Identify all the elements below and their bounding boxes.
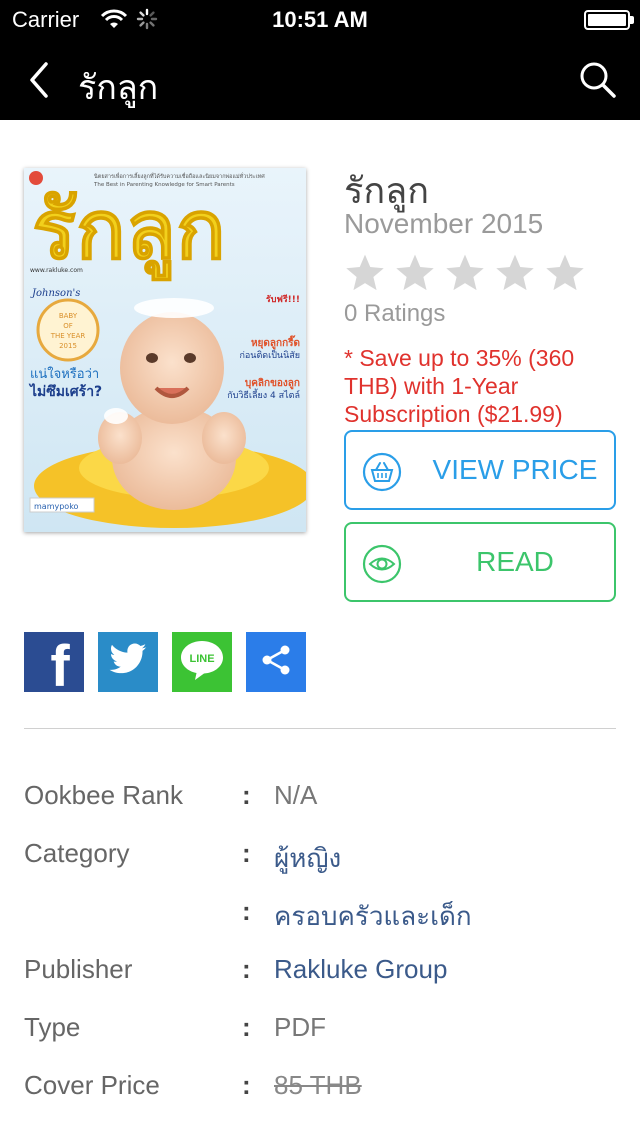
- cover-headline-right-4: บุคลิกของลูก: [245, 377, 300, 390]
- magazine-cover[interactable]: รักลูก นิตยสารเพื่อการเลี้ยงลูกที่ได้รับ…: [24, 168, 306, 532]
- status-bar: Carrier 10:51 AM: [0, 0, 640, 40]
- cover-headline-left-2: ไม่ซึมเศร้า?: [28, 382, 102, 400]
- nav-title: รักลูก: [78, 69, 159, 107]
- nav-bar: รักลูก: [0, 40, 640, 120]
- facebook-share-button[interactable]: f: [24, 630, 84, 699]
- detail-colon: :: [242, 1070, 251, 1100]
- detail-row-cover-price: Cover Price : 85 THB: [24, 1060, 624, 1118]
- detail-key: Cover Price: [24, 1070, 160, 1100]
- cover-headline-right-1: รับฟรี!!!: [266, 294, 300, 305]
- detail-colon: :: [242, 838, 251, 868]
- read-label: READ: [476, 546, 554, 577]
- basket-icon: [362, 452, 402, 492]
- detail-colon: :: [242, 896, 251, 926]
- subscription-promo: * Save up to 35% (360 THB) with 1-Year S…: [344, 345, 575, 427]
- detail-key: Category: [24, 838, 130, 868]
- category-link-family[interactable]: ครอบครัวและเด็ก: [274, 896, 472, 937]
- battery-tip: [630, 16, 634, 24]
- twitter-share-button[interactable]: [98, 632, 158, 692]
- more-share-button[interactable]: [246, 632, 306, 692]
- detail-row-type: Type : PDF: [24, 1002, 624, 1060]
- detail-key: Type: [24, 1012, 81, 1042]
- star-icon[interactable]: [394, 252, 436, 294]
- detail-colon: :: [242, 1012, 251, 1042]
- line-icon: LINE: [179, 639, 225, 686]
- status-time: 10:51 AM: [272, 7, 368, 32]
- twitter-bird-icon: [108, 643, 148, 682]
- cover-website: www.rakluke.com: [30, 267, 83, 274]
- category-link-women[interactable]: ผู้หญิง: [274, 838, 341, 879]
- cover-sponsor: Johnson's: [30, 288, 80, 299]
- search-icon[interactable]: [578, 60, 618, 100]
- eye-icon: [362, 544, 402, 584]
- detail-key: Publisher: [24, 954, 133, 984]
- detail-row-category-2: : ครอบครัวและเด็ก: [24, 886, 624, 944]
- star-icon[interactable]: [544, 252, 586, 294]
- cover-corner-logo: [29, 171, 43, 185]
- svg-text:OF: OF: [63, 322, 73, 330]
- star-icon[interactable]: [444, 252, 486, 294]
- detail-row-rank: Ookbee Rank : N/A: [24, 770, 624, 828]
- battery-icon: [584, 10, 630, 30]
- line-share-button[interactable]: LINE: [172, 632, 232, 692]
- share-row: f LINE: [24, 630, 306, 699]
- svg-text:LINE: LINE: [189, 653, 214, 665]
- back-chevron-icon[interactable]: [22, 58, 62, 102]
- svg-text:THE YEAR: THE YEAR: [50, 332, 86, 340]
- section-divider: [24, 728, 616, 729]
- rating-stars[interactable]: [344, 252, 586, 294]
- detail-value: PDF: [274, 1012, 326, 1042]
- cover-tagline-en: The Best in Parenting Knowledge for Smar…: [93, 182, 235, 188]
- read-button[interactable]: READ: [344, 522, 616, 602]
- cover-headline-right-2: หยุดลูกกรี๊ด: [251, 335, 300, 350]
- cover-price-value: 85 THB: [274, 1070, 362, 1100]
- ratings-count: 0 Ratings: [344, 300, 446, 327]
- detail-row-publisher: Publisher : Rakluke Group: [24, 944, 624, 1002]
- star-icon[interactable]: [494, 252, 536, 294]
- cover-headline-left-1: แน่ใจหรือว่า: [30, 366, 99, 382]
- star-icon[interactable]: [344, 252, 386, 294]
- cover-tagline-th: นิตยสารเพื่อการเลี้ยงลูกที่ได้รับความเชื…: [93, 172, 265, 180]
- detail-value: N/A: [274, 780, 318, 810]
- view-price-button[interactable]: VIEW PRICE: [344, 430, 616, 510]
- facebook-icon: f: [24, 630, 84, 699]
- detail-colon: :: [242, 780, 251, 810]
- svg-text:BABY: BABY: [59, 312, 78, 320]
- cover-bottom-logo: mamypoko: [34, 502, 79, 511]
- view-price-label: VIEW PRICE: [432, 454, 598, 485]
- detail-row-category: Category : ผู้หญิง: [24, 828, 624, 886]
- svg-text:2015: 2015: [59, 342, 77, 350]
- details-table: Ookbee Rank : N/A Category : ผู้หญิง : ค…: [24, 770, 624, 1118]
- detail-colon: :: [242, 954, 251, 984]
- svg-text:f: f: [50, 634, 70, 690]
- issue-date: November 2015: [344, 208, 544, 239]
- detail-key: Ookbee Rank: [24, 780, 183, 810]
- baby-of-the-year-badge: BABY OF THE YEAR 2015: [36, 298, 100, 362]
- share-icon: [258, 642, 294, 683]
- publisher-link[interactable]: Rakluke Group: [274, 954, 447, 985]
